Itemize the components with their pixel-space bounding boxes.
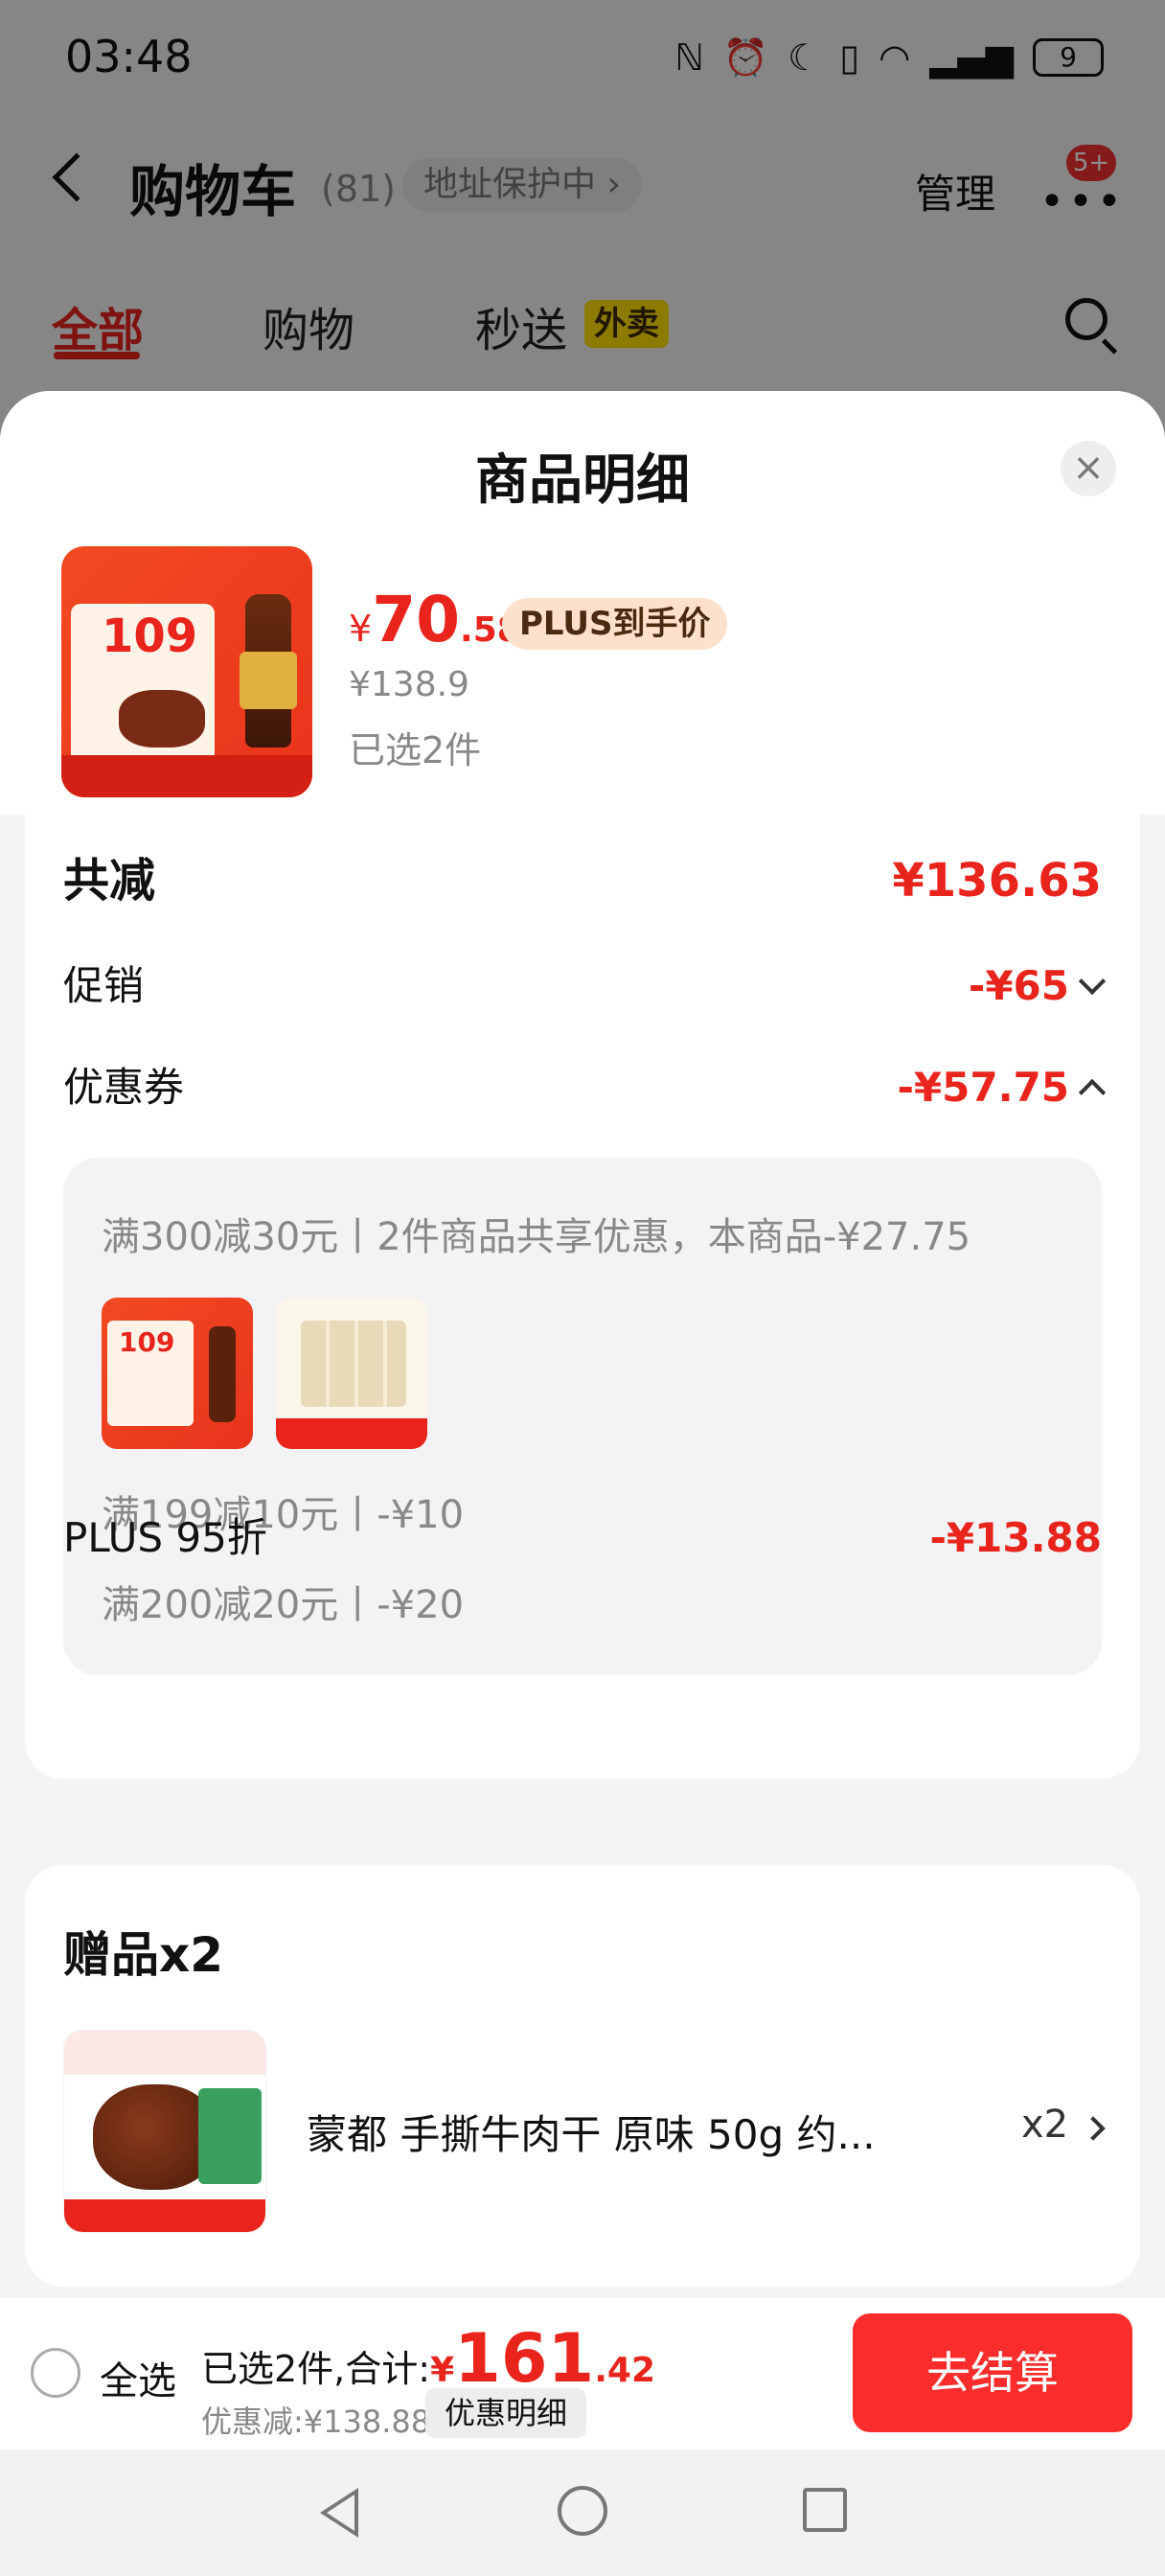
nav-home-icon[interactable] <box>558 2486 607 2536</box>
chevron-down-icon <box>1078 967 1107 996</box>
product-image-meat <box>119 690 205 748</box>
product-image-strip <box>61 755 312 797</box>
gift-name[interactable]: 蒙都 手撕牛肉干 原味 50g 约... <box>307 2103 876 2161</box>
select-all-radio[interactable] <box>31 2348 80 2398</box>
promo-row[interactable]: 促销 -¥65 <box>63 953 1107 1020</box>
sheet-header: 商品明细 × 109 ¥ 70 .58 PLUS到手价 ¥138.9 已选2件 <box>0 391 1165 815</box>
coupon-detail-box: 满300减30元丨2件商品共享优惠，本商品-¥27.75 109 满199减10… <box>63 1158 1102 1675</box>
product-detail-sheet: 商品明细 × 109 ¥ 70 .58 PLUS到手价 ¥138.9 已选2件 … <box>0 391 1165 2451</box>
gift-card: 赠品x2 蒙都 手撕牛肉干 原味 50g 约... x2 <box>25 1865 1140 2287</box>
product-image: 109 <box>61 546 312 797</box>
product-image-label <box>240 652 297 709</box>
plus-discount-label: PLUS 95折 <box>63 1514 267 1561</box>
gift-image[interactable] <box>63 2030 266 2233</box>
product-price: ¥ 70 .58 <box>349 583 521 656</box>
thumb-tissue-stack <box>301 1321 406 1407</box>
coupon-label: 优惠券 <box>63 1064 185 1111</box>
coupon-detail-1: 满300减30元丨2件商品共享优惠，本商品-¥27.75 <box>102 1215 971 1259</box>
thumb-text: 109 <box>119 1326 175 1358</box>
plus-discount-row: PLUS 95折 -¥13.88 <box>63 1505 1102 1572</box>
total-discount-label: 共减 <box>63 854 156 908</box>
total-label: 已选2件,合计: <box>201 2348 431 2390</box>
promo-value-group: -¥65 <box>968 953 1107 1020</box>
total-decimal: .42 <box>594 2351 656 2390</box>
thumb-red-bar <box>276 1418 427 1449</box>
price-currency: ¥ <box>349 608 373 650</box>
total-discount-row: 共减 ¥136.63 <box>63 847 1102 914</box>
chevron-right-icon[interactable] <box>1081 2116 1106 2141</box>
original-price: ¥138.9 <box>349 665 469 704</box>
coupon-product-thumb-1: 109 <box>102 1298 253 1449</box>
total-currency: ¥ <box>430 2351 455 2390</box>
nav-recent-apps-icon[interactable] <box>803 2488 847 2532</box>
promo-label: 促销 <box>63 962 145 1009</box>
coupon-product-thumb-2 <box>276 1298 427 1449</box>
system-nav-bar <box>0 2450 1165 2576</box>
nav-back-icon[interactable] <box>320 2488 358 2538</box>
discount-amount: 优惠减:¥138.88 <box>201 2404 431 2440</box>
plus-price-tag: PLUS到手价 <box>502 598 728 650</box>
selected-count: 已选2件 <box>349 729 482 771</box>
coupon-value: -¥57.75 <box>897 1064 1069 1111</box>
discount-detail-button[interactable]: 优惠明细 <box>425 2388 587 2438</box>
checkout-button[interactable]: 去结算 <box>853 2313 1132 2432</box>
gift-image-bottom <box>64 2199 265 2232</box>
total-integer: 161 <box>454 2319 595 2398</box>
gift-image-top <box>64 2031 265 2075</box>
total-line: 已选2件,合计: ¥ 161 .42 <box>201 2319 655 2398</box>
product-image-text: 109 <box>102 610 198 663</box>
close-button[interactable]: × <box>1061 441 1116 496</box>
chevron-up-icon <box>1078 1078 1107 1107</box>
sheet-title: 商品明细 <box>475 449 690 512</box>
coupon-value-group: -¥57.75 <box>897 1054 1107 1121</box>
total-discount-value: ¥136.63 <box>892 854 1102 908</box>
checkout-bar: 全选 已选2件,合计: ¥ 161 .42 优惠减:¥138.88 优惠明细 去… <box>0 2298 1165 2450</box>
thumb-bottle <box>209 1326 236 1422</box>
gift-image-pack <box>198 2088 262 2184</box>
gift-title: 赠品x2 <box>63 1927 224 1983</box>
price-integer: 70 <box>372 583 461 656</box>
plus-discount-value: -¥13.88 <box>929 1514 1102 1561</box>
coupon-detail-3: 满200减20元丨-¥20 <box>102 1583 465 1627</box>
gift-quantity: x2 <box>1021 2103 1069 2147</box>
promo-value: -¥65 <box>968 962 1069 1009</box>
discount-card: 共减 ¥136.63 促销 -¥65 优惠券 -¥57.75 满300减30元丨… <box>25 815 1140 1779</box>
coupon-row[interactable]: 优惠券 -¥57.75 <box>63 1054 1107 1121</box>
select-all-label[interactable]: 全选 <box>100 2350 176 2405</box>
